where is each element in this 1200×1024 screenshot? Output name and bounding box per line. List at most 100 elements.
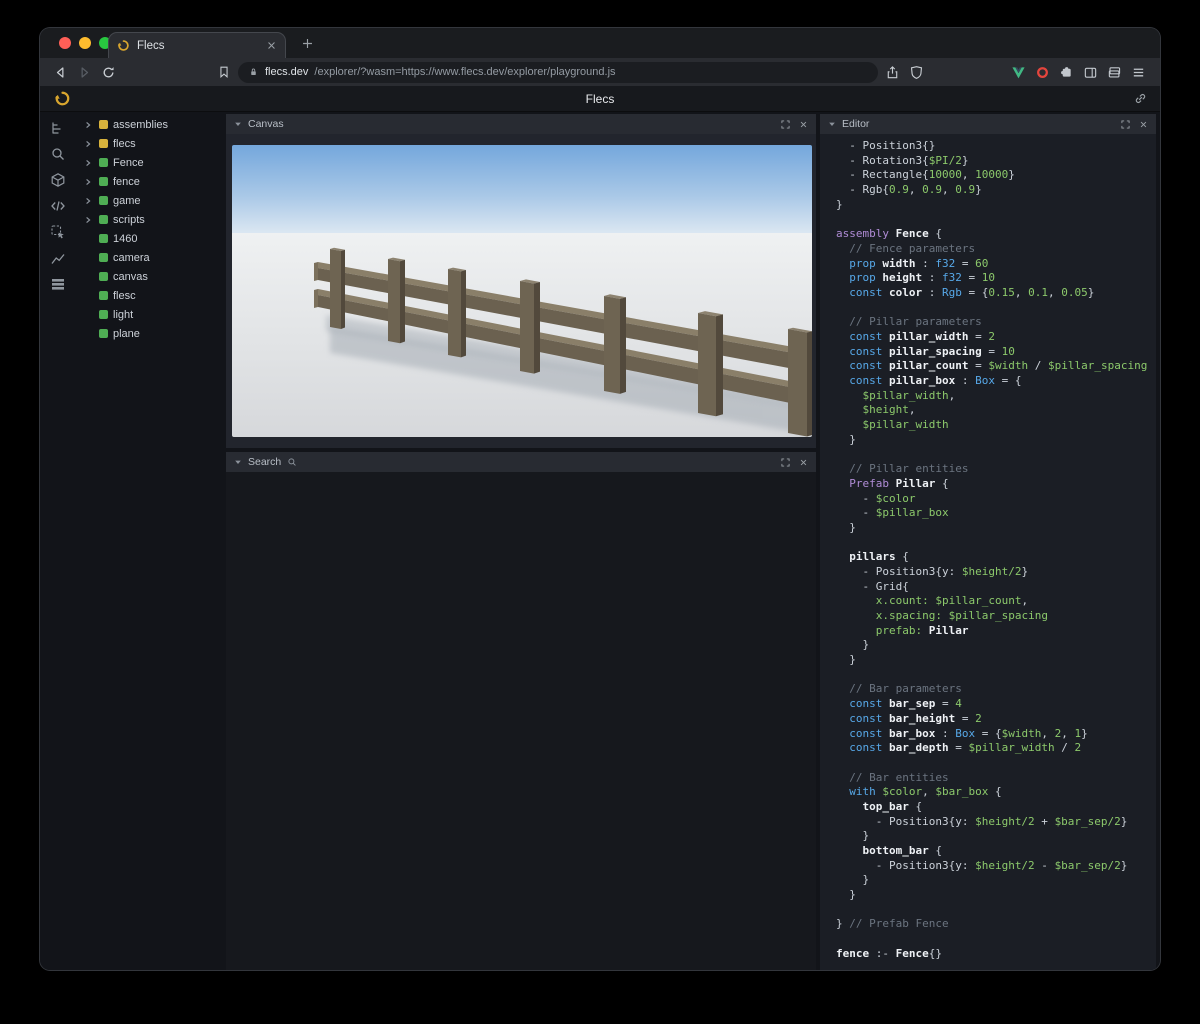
tree-item-canvas[interactable]: canvas	[76, 267, 222, 286]
center-column: Canvas	[226, 114, 816, 970]
code-line: - Grid{	[836, 580, 1156, 595]
tree-item-assemblies[interactable]: assemblies	[76, 115, 222, 134]
chevron-right-icon[interactable]	[84, 140, 94, 148]
outline-icon[interactable]	[45, 120, 71, 136]
wallet-icon[interactable]	[1104, 62, 1124, 82]
expand-icon[interactable]	[781, 458, 790, 467]
tree-item-fence[interactable]: fence	[76, 172, 222, 191]
tab-close-icon[interactable]	[266, 40, 277, 51]
code-line: const bar_sep = 4	[836, 697, 1156, 712]
link-icon[interactable]	[1133, 91, 1148, 106]
browser-window: Flecs flecs.dev/explorer/?wasm=https:/	[40, 28, 1160, 970]
editor-panel-title: Editor	[842, 118, 869, 130]
chevron-down-icon[interactable]	[828, 120, 836, 128]
code-line: const bar_depth = $pillar_width / 2	[836, 741, 1156, 756]
entity-color-square	[99, 234, 108, 243]
rows-icon[interactable]	[45, 276, 71, 292]
tree-item-label: scripts	[113, 214, 145, 226]
search-results-area[interactable]	[226, 472, 816, 970]
search-panel-header[interactable]: Search	[226, 452, 816, 472]
puzzle-icon[interactable]	[1056, 62, 1076, 82]
tree-item-label: flesc	[113, 290, 136, 302]
chevron-right-icon[interactable]	[84, 216, 94, 224]
expand-icon[interactable]	[781, 120, 790, 129]
code-line: const pillar_spacing = 10	[836, 345, 1156, 360]
code-line: pillars {	[836, 550, 1156, 565]
entity-tree: assembliesflecsFencefencegame scripts 1460…	[76, 112, 222, 970]
code-line: const pillar_width = 2	[836, 330, 1156, 345]
chevron-right-icon[interactable]	[84, 178, 94, 186]
inspect-icon[interactable]	[45, 224, 71, 240]
code-line: }	[836, 829, 1156, 844]
tree-item-camera[interactable]: camera	[76, 248, 222, 267]
expand-icon[interactable]	[1121, 120, 1130, 129]
new-tab-button[interactable]	[298, 34, 316, 52]
code-line: x.count: $pillar_count,	[836, 594, 1156, 609]
code-line	[836, 932, 1156, 947]
chevron-down-icon[interactable]	[234, 120, 242, 128]
code-line: $height,	[836, 403, 1156, 418]
chevron-right-icon[interactable]	[84, 121, 94, 129]
canvas-3d-render[interactable]	[232, 145, 812, 437]
code-line: const pillar_count = $width / $pillar_sp…	[836, 359, 1156, 374]
code-icon[interactable]	[45, 198, 71, 214]
code-line: $pillar_width	[836, 418, 1156, 433]
tree-item-label: camera	[113, 252, 150, 264]
code-line	[836, 756, 1156, 771]
code-line: // Fence parameters	[836, 242, 1156, 257]
tree-item-flecs[interactable]: flecs	[76, 134, 222, 153]
browser-tab[interactable]: Flecs	[108, 32, 286, 58]
close-icon[interactable]	[799, 458, 808, 467]
cube-icon[interactable]	[45, 172, 71, 188]
menu-icon[interactable]	[1128, 62, 1148, 82]
shield-icon[interactable]	[906, 62, 926, 82]
close-icon[interactable]	[1139, 120, 1148, 129]
chevron-right-icon[interactable]	[84, 197, 94, 205]
code-line	[836, 301, 1156, 316]
vue-logo-icon[interactable]	[1008, 62, 1028, 82]
chart-icon[interactable]	[45, 250, 71, 266]
tree-item-game[interactable]: game	[76, 191, 222, 210]
canvas-panel-title: Canvas	[248, 118, 284, 130]
search-icon[interactable]	[45, 146, 71, 162]
editor-panel-header[interactable]: Editor	[820, 114, 1156, 134]
share-icon[interactable]	[882, 62, 902, 82]
tree-item-label: light	[113, 309, 133, 321]
close-icon[interactable]	[799, 120, 808, 129]
tree-item-scripts[interactable]: scripts	[76, 210, 222, 229]
chevron-right-icon[interactable]	[84, 159, 94, 167]
tree-item-Fence[interactable]: Fence	[76, 153, 222, 172]
close-window-button[interactable]	[59, 37, 71, 49]
record-icon[interactable]	[1032, 62, 1052, 82]
code-line: const bar_box : Box = {$width, 2, 1}	[836, 727, 1156, 742]
back-icon[interactable]	[50, 62, 70, 82]
code-line: prop width : f32 = 60	[836, 257, 1156, 272]
forward-icon[interactable]	[74, 62, 94, 82]
code-line	[836, 447, 1156, 462]
tree-item-light[interactable]: light	[76, 305, 222, 324]
code-line: const bar_height = 2	[836, 712, 1156, 727]
canvas-panel-header[interactable]: Canvas	[226, 114, 816, 134]
code-line: - Rgb{0.9, 0.9, 0.9}	[836, 183, 1156, 198]
code-area[interactable]: - Position3{} - Rotation3{$PI/2} - Recta…	[820, 134, 1156, 970]
url-host: flecs.dev	[265, 66, 308, 78]
code-line: // Bar parameters	[836, 682, 1156, 697]
tab-title: Flecs	[137, 40, 259, 52]
window-controls	[59, 37, 111, 49]
tree-spacer	[84, 330, 94, 338]
reload-icon[interactable]	[98, 62, 118, 82]
minimize-window-button[interactable]	[79, 37, 91, 49]
sidebar-icon[interactable]	[1080, 62, 1100, 82]
chevron-down-icon[interactable]	[234, 458, 242, 466]
tree-item-label: canvas	[113, 271, 148, 283]
tree-item-plane[interactable]: plane	[76, 324, 222, 343]
bookmark-icon[interactable]	[214, 62, 234, 82]
entity-color-square	[99, 215, 108, 224]
tree-item-flesc[interactable]: flesc	[76, 286, 222, 305]
code-line: prop height : f32 = 10	[836, 271, 1156, 286]
url-bar[interactable]: flecs.dev/explorer/?wasm=https://www.fle…	[238, 62, 878, 83]
tree-item-1460[interactable]: 1460	[76, 229, 222, 248]
code-line: top_bar {	[836, 800, 1156, 815]
browser-toolbar: flecs.dev/explorer/?wasm=https://www.fle…	[40, 58, 1160, 86]
entity-color-square	[99, 177, 108, 186]
